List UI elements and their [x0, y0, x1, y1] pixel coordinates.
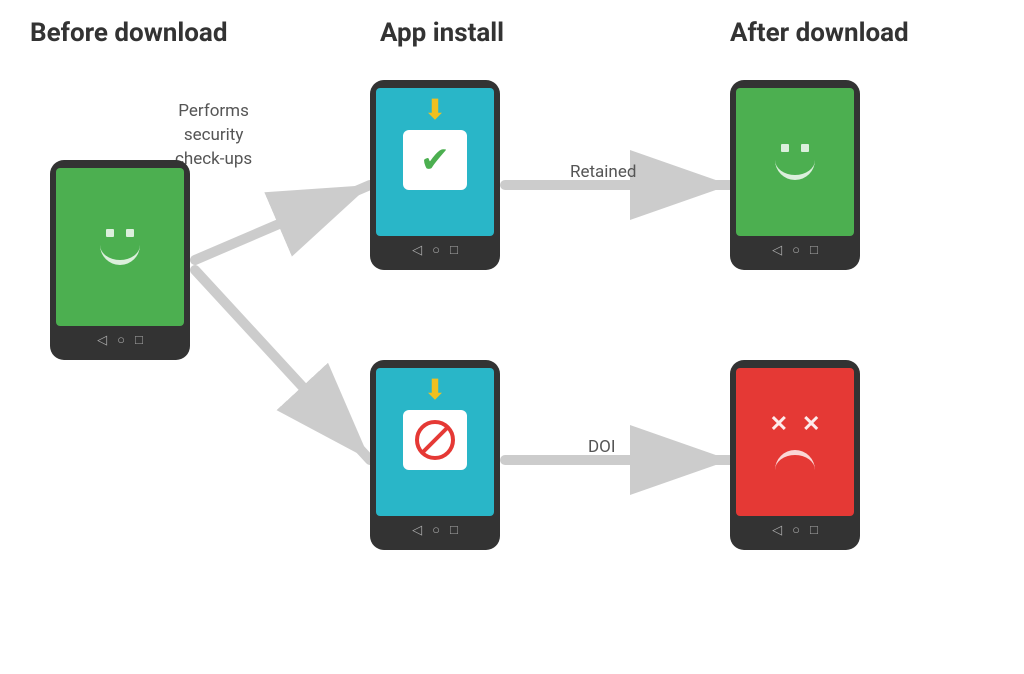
sad-eye-left: ✕	[770, 414, 788, 436]
nav-home-icon: ○	[117, 332, 125, 348]
install-bottom-nav-home: ○	[432, 522, 440, 538]
after-bottom-container: ✕ ✕ ◁ ○ □	[730, 360, 860, 550]
after-bottom-nav-home: ○	[792, 522, 800, 538]
retained-label: Retained	[570, 162, 636, 182]
sad-eyes: ✕ ✕	[770, 414, 821, 436]
after-top-smiley	[736, 88, 854, 236]
before-smiley	[56, 168, 184, 326]
install-top-box: ✔	[403, 130, 467, 190]
install-bottom-content: ⬇	[376, 368, 494, 516]
after-top-eyes	[781, 144, 809, 152]
download-arrow-bottom: ⬇	[423, 376, 446, 404]
after-bottom-phone: ✕ ✕ ◁ ○ □	[730, 360, 860, 550]
after-top-phone: ◁ ○ □	[730, 80, 860, 270]
install-top-nav-back: ◁	[412, 243, 422, 258]
after-bottom-nav: ◁ ○ □	[736, 516, 854, 540]
install-top-nav-home: ○	[432, 242, 440, 258]
diagram-container: Before download App install After downlo…	[0, 0, 1024, 674]
install-top-screen: ⬇ ✔	[376, 88, 494, 236]
after-top-nav: ◁ ○ □	[736, 236, 854, 260]
header-after: After download	[730, 18, 909, 48]
doi-label: DOI	[588, 437, 615, 457]
smiley-eye-right	[126, 229, 134, 237]
after-top-screen	[736, 88, 854, 236]
after-top-eye-right	[801, 144, 809, 152]
before-phone-nav: ◁ ○ □	[56, 326, 184, 350]
after-bottom-nav-recent: □	[810, 522, 818, 538]
install-top-content: ⬇ ✔	[376, 88, 494, 236]
before-phone: ◁ ○ □	[50, 160, 190, 360]
install-bottom-phone: ⬇ ◁ ○ □	[370, 360, 500, 550]
after-top-mouth	[775, 160, 815, 180]
before-phone-screen	[56, 168, 184, 326]
after-bottom-screen: ✕ ✕	[736, 368, 854, 516]
smiley-eye-left	[106, 229, 114, 237]
after-bottom-nav-back: ◁	[772, 523, 782, 538]
install-top-nav: ◁ ○ □	[376, 236, 494, 260]
install-bottom-container: ⬇ ◁ ○ □	[370, 360, 500, 550]
before-phone-container: ◁ ○ □	[50, 160, 190, 360]
install-bottom-nav-recent: □	[450, 522, 458, 538]
after-top-nav-home: ○	[792, 242, 800, 258]
after-top-eye-left	[781, 144, 789, 152]
after-top-nav-back: ◁	[772, 243, 782, 258]
header-install: App install	[380, 18, 504, 48]
install-bottom-nav: ◁ ○ □	[376, 516, 494, 540]
before-smiley-eyes	[106, 229, 134, 237]
download-arrow-top: ⬇	[423, 96, 446, 124]
nav-recent-icon: □	[135, 332, 143, 348]
before-smiley-mouth	[100, 245, 140, 265]
nav-back-icon: ◁	[97, 333, 107, 348]
after-bottom-sad-face: ✕ ✕	[736, 368, 854, 516]
install-top-nav-recent: □	[450, 242, 458, 258]
after-top-container: ◁ ○ □	[730, 80, 860, 270]
install-top-container: ⬇ ✔ ◁ ○ □	[370, 80, 500, 270]
install-top-phone: ⬇ ✔ ◁ ○ □	[370, 80, 500, 270]
sad-eye-right: ✕	[802, 414, 820, 436]
install-bottom-nav-back: ◁	[412, 523, 422, 538]
header-before: Before download	[30, 18, 228, 48]
checkmark-icon: ✔	[420, 142, 450, 178]
block-icon	[414, 419, 456, 461]
install-bottom-box	[403, 410, 467, 470]
install-bottom-screen: ⬇	[376, 368, 494, 516]
after-top-nav-recent: □	[810, 242, 818, 258]
sad-mouth	[775, 450, 815, 470]
